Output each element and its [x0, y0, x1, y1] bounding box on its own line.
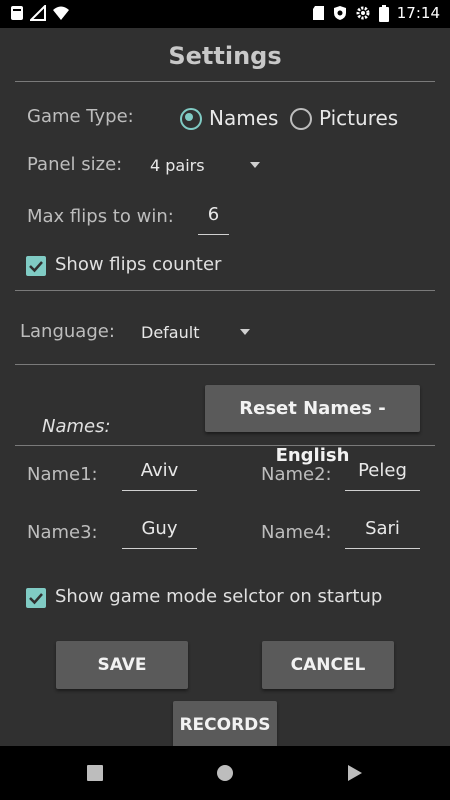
show-flips-counter-label: Show flips counter	[55, 254, 222, 275]
shield-icon	[333, 6, 346, 20]
dropdown-arrow-icon	[240, 329, 250, 335]
name1-label: Name1:	[27, 464, 98, 485]
language-value: Default	[141, 323, 200, 342]
cancel-button[interactable]: CANCEL	[262, 641, 394, 689]
radio-label-pictures: Pictures	[319, 106, 399, 130]
home-circle-icon[interactable]	[217, 765, 233, 781]
panel-size-label: Panel size:	[27, 154, 123, 175]
checkmark-icon	[29, 593, 43, 605]
reset-names-button[interactable]: Reset Names - English	[205, 385, 420, 466]
language-label: Language:	[20, 321, 115, 342]
show-mode-selector-checkbox[interactable]: Show game mode selctor on startup	[26, 586, 386, 612]
names-section-label: Names:	[42, 416, 111, 437]
checkbox-checked-icon	[26, 256, 46, 276]
divider	[15, 290, 435, 291]
game-type-names-radio[interactable]: Names	[180, 106, 282, 134]
name1-input[interactable]: Aviv	[122, 460, 197, 491]
panel-size-value: 4 pairs	[150, 156, 205, 175]
name2-input[interactable]: Peleg	[345, 460, 420, 491]
settings-screen: Settings Game Type: Names Pictures Panel…	[0, 28, 450, 746]
records-button[interactable]: RECORDS	[173, 701, 277, 746]
show-mode-selector-label: Show game mode selctor on startup	[55, 586, 383, 607]
back-triangle-icon[interactable]	[347, 764, 363, 782]
max-flips-input[interactable]: 6	[198, 204, 229, 235]
divider	[15, 445, 435, 446]
page-title: Settings	[168, 42, 282, 70]
language-dropdown[interactable]: Default	[132, 319, 257, 345]
recents-square-icon[interactable]	[87, 765, 103, 781]
checkmark-icon	[29, 261, 43, 273]
dropdown-arrow-icon	[250, 162, 260, 168]
divider	[15, 364, 435, 365]
save-button[interactable]: SAVE	[56, 641, 188, 689]
radio-unselected-icon	[290, 108, 312, 130]
name2-label: Name2:	[261, 464, 332, 485]
navigation-bar	[0, 746, 450, 800]
no-signal-icon	[30, 5, 46, 21]
game-type-pictures-radio[interactable]: Pictures	[290, 106, 405, 134]
game-type-label: Game Type:	[27, 106, 134, 127]
name3-input[interactable]: Guy	[122, 518, 197, 549]
panel-size-dropdown[interactable]: 4 pairs	[140, 152, 265, 178]
wifi-icon	[53, 6, 69, 20]
name4-input[interactable]: Sari	[345, 518, 420, 549]
status-time: 17:14	[396, 4, 440, 22]
name3-label: Name3:	[27, 522, 98, 543]
status-bar: 17:14	[0, 0, 450, 28]
max-flips-label: Max flips to win:	[27, 206, 174, 227]
radio-selected-icon	[180, 108, 202, 130]
checkbox-checked-icon	[26, 588, 46, 608]
notification-icon	[11, 6, 23, 20]
radio-label-names: Names	[209, 106, 279, 130]
sd-card-icon	[312, 6, 324, 20]
battery-icon	[378, 4, 389, 22]
divider	[15, 81, 435, 82]
name4-label: Name4:	[261, 522, 332, 543]
settings-gear-icon	[356, 6, 370, 20]
show-flips-counter-checkbox[interactable]: Show flips counter	[26, 254, 226, 280]
